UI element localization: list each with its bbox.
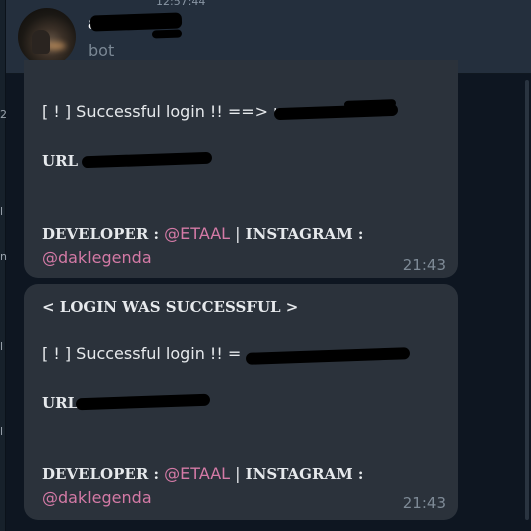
list-edge-char: 2 [0,108,7,121]
instagram-label: INSTAGRAM : [245,465,364,483]
instagram-label: INSTAGRAM : [245,225,364,243]
scrollbar[interactable] [525,80,529,520]
developer-label: DEVELOPER : [42,225,160,243]
redaction-scribble [245,347,411,365]
chat-status: bot [88,41,115,60]
chat-list-edge: 2 l n l l [0,0,7,531]
redaction-scribble [81,151,213,169]
message-time: 21:43 [402,256,446,274]
cropped-top-text: 12:57:44 [156,0,206,8]
redaction-scribble [151,29,183,39]
url-label: URL [42,394,79,412]
login-line: [ ! ] Successful login !! ==> u [42,102,284,121]
instagram-handle-link[interactable]: @daklegenda [42,248,152,267]
avatar[interactable] [18,8,76,66]
developer-line: DEVELOPER : @ETAAL | INSTAGRAM : [42,224,363,243]
message-time: 21:43 [402,494,446,512]
developer-handle-link[interactable]: @ETAAL [164,224,230,243]
message-title: < LOGIN WAS SUCCESSFUL > [42,298,299,316]
developer-line: DEVELOPER : @ETAAL | INSTAGRAM : [42,464,363,483]
list-edge-char: l [0,425,4,438]
message-bubble[interactable]: < LOGIN WAS SUCCESSFUL > [ ! ] Successfu… [24,284,458,520]
list-edge-char: l [0,340,4,353]
redaction-scribble [89,12,183,32]
login-line: [ ! ] Successful login !! = [42,344,242,363]
redaction-scribble [75,393,211,411]
developer-label: DEVELOPER : [42,465,160,483]
separator: | [235,464,241,483]
instagram-handle-link[interactable]: @daklegenda [42,488,152,507]
list-edge-char: l [0,205,4,218]
message-bubble[interactable]: [ ! ] Successful login !! ==> u URL : DE… [24,60,458,278]
separator: | [235,224,241,243]
avatar-figure [32,30,50,54]
list-edge-char: n [0,250,7,263]
developer-handle-link[interactable]: @ETAAL [164,464,230,483]
